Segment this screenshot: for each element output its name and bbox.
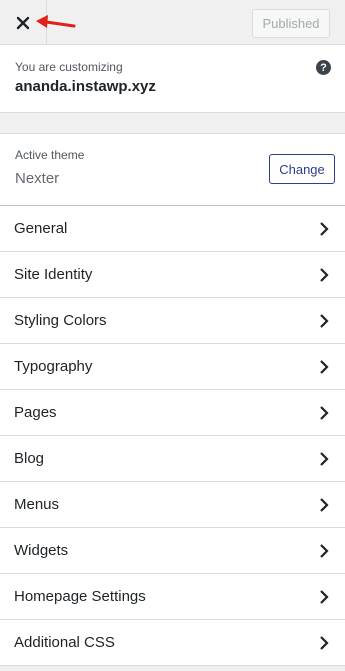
customizing-label: You are customizing [15,60,123,74]
menu-item-blog[interactable]: Blog [0,436,345,482]
menu-item-typography[interactable]: Typography [0,344,345,390]
chevron-right-icon [320,543,329,558]
menu-item-homepage-settings[interactable]: Homepage Settings [0,574,345,620]
site-name: ananda.instawp.xyz [15,78,156,95]
menu-item-pages[interactable]: Pages [0,390,345,436]
change-theme-button[interactable]: Change [269,154,335,184]
chevron-right-icon [320,313,329,328]
menu-item-label: Typography [14,358,93,375]
customizer-header: Published [0,0,345,45]
chevron-right-icon [320,221,329,236]
chevron-right-icon [320,267,329,282]
annotation-arrow-icon [36,15,76,28]
customizing-info: You are customizing ananda.instawp.xyz ? [0,45,345,113]
chevron-right-icon [320,635,329,650]
menu-item-general[interactable]: General [0,206,345,252]
chevron-right-icon [320,405,329,420]
menu-item-label: Widgets [14,542,69,559]
menu-item-additional-css[interactable]: Additional CSS [0,620,345,666]
active-theme-section: Active theme Nexter Change [0,134,345,206]
menu-item-styling-colors[interactable]: Styling Colors [0,298,345,344]
menu-item-label: Homepage Settings [14,588,146,605]
chevron-right-icon [320,497,329,512]
help-icon[interactable]: ? [316,60,331,75]
close-icon [16,16,30,29]
menu-item-label: Additional CSS [14,634,115,651]
menu-item-label: Site Identity [14,266,93,283]
published-button[interactable]: Published [252,9,330,38]
menu-item-widgets[interactable]: Widgets [0,528,345,574]
section-divider [0,113,345,134]
menu-item-label: General [14,220,68,237]
menu-item-label: Pages [14,404,57,421]
chevron-right-icon [320,359,329,374]
chevron-right-icon [320,451,329,466]
chevron-right-icon [320,589,329,604]
customizer-menu: General Site Identity Styling Colors Typ… [0,206,345,666]
menu-item-menus[interactable]: Menus [0,482,345,528]
menu-item-label: Menus [14,496,60,513]
menu-item-site-identity[interactable]: Site Identity [0,252,345,298]
menu-item-label: Styling Colors [14,312,107,329]
menu-item-label: Blog [14,450,45,467]
